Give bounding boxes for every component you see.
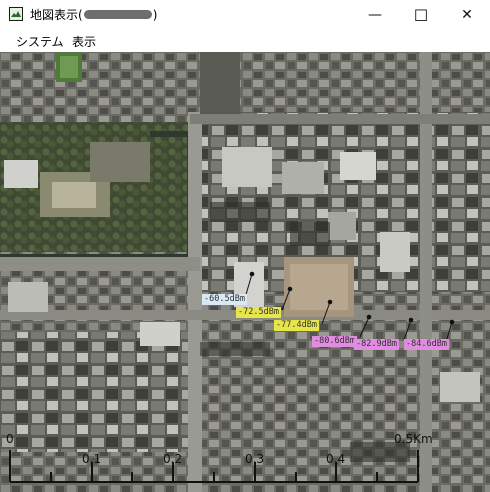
minimize-button[interactable]: — xyxy=(352,0,398,30)
scale-tick-label: 0.2 xyxy=(163,452,183,466)
scale-tick-label: 0.3 xyxy=(245,452,265,466)
scale-end-label: 0.5Km xyxy=(394,432,433,446)
signal-label: -77.4dBm xyxy=(274,320,319,331)
title-bar[interactable]: 地図表示( ) — ☐ ✕ xyxy=(0,0,490,30)
aerial-map-image xyxy=(0,52,490,492)
maximize-button[interactable]: ☐ xyxy=(398,0,444,30)
signal-label: -60.5dBm xyxy=(202,294,247,305)
signal-label: -72.5dBm xyxy=(236,307,281,318)
menu-bar: システム 表示 xyxy=(0,30,490,52)
redacted-block xyxy=(83,10,152,19)
aerial-map-view[interactable]: -60.5dBm -72.5dBm -77.4dBm -80.6dBm -82.… xyxy=(0,52,490,492)
scale-tick-label: 0.1 xyxy=(82,452,102,466)
close-icon: ✕ xyxy=(461,7,473,23)
minimize-icon: — xyxy=(368,7,382,23)
close-button[interactable]: ✕ xyxy=(444,0,490,30)
menu-system[interactable]: システム xyxy=(16,33,64,50)
app-map-icon xyxy=(9,7,23,21)
signal-label: -80.6dBm xyxy=(312,336,357,347)
scale-tick-label: 0.4 xyxy=(326,452,346,466)
window-title-prefix: 地図表示( xyxy=(30,8,83,22)
scale-start-label: 0 xyxy=(6,432,14,446)
window-title-suffix: ) xyxy=(152,7,158,22)
signal-label: -84.6dBm xyxy=(404,339,449,350)
maximize-icon: ☐ xyxy=(413,5,429,25)
window-title: 地図表示( ) xyxy=(30,6,157,23)
menu-view[interactable]: 表示 xyxy=(72,33,96,50)
signal-label: -82.9dBm xyxy=(354,339,399,350)
